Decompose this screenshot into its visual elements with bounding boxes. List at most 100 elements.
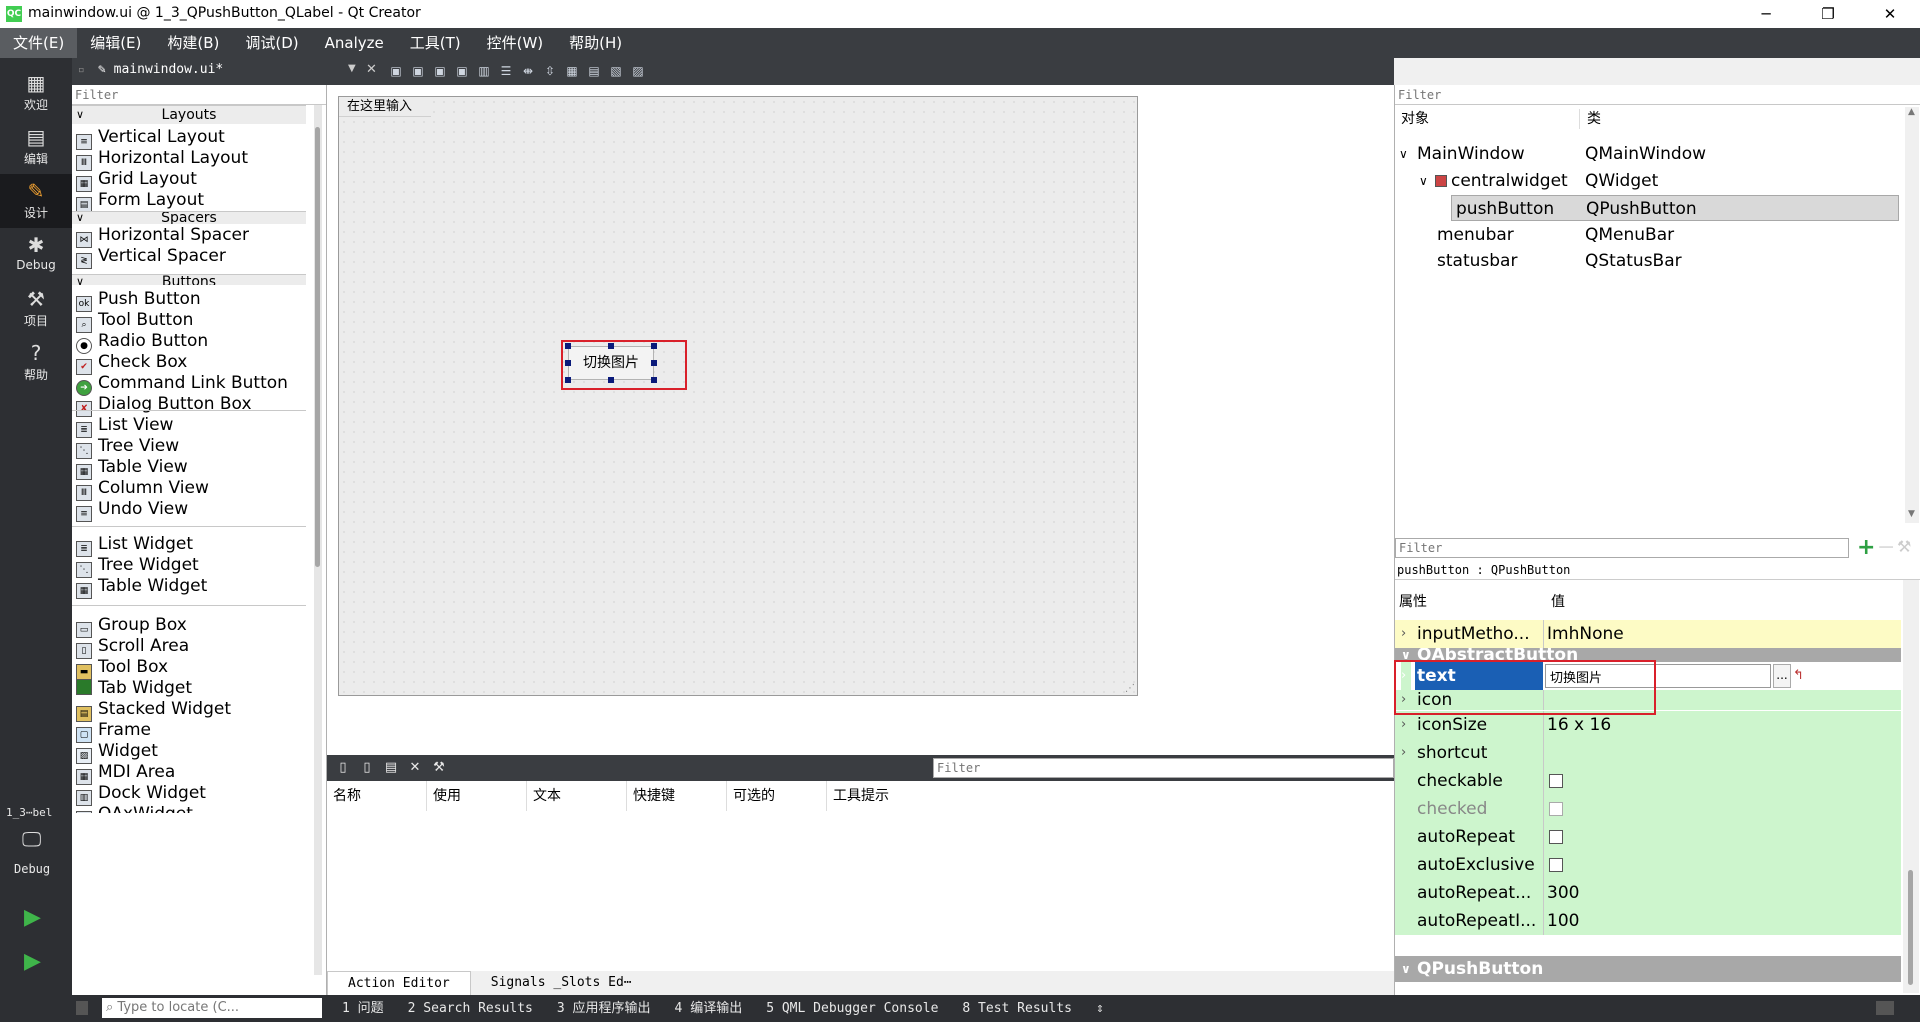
tree-row-centralwidget[interactable]: ∨ centralwidget QWidget bbox=[1395, 168, 1899, 194]
menu-build[interactable]: 构建(B) bbox=[154, 28, 232, 58]
checked-checkbox[interactable] bbox=[1549, 802, 1563, 816]
configure-icon[interactable]: ⚒ bbox=[431, 760, 447, 776]
mode-welcome[interactable]: ▦ 欢迎 bbox=[0, 66, 72, 120]
column-checkable[interactable]: 可选的 bbox=[727, 781, 827, 811]
section-qpushbutton[interactable]: ∨ QPushButton bbox=[1395, 956, 1901, 982]
adjust-size-icon[interactable]: ▨ bbox=[630, 63, 646, 79]
property-row-checked[interactable]: checked bbox=[1395, 795, 1901, 823]
menu-tools[interactable]: 工具(T) bbox=[397, 28, 474, 58]
scroll-down-icon[interactable]: ▼ bbox=[1908, 509, 1915, 519]
mode-help[interactable]: ? 帮助 bbox=[0, 336, 72, 390]
widget-filter-input[interactable] bbox=[72, 85, 326, 105]
column-text[interactable]: 文本 bbox=[527, 781, 627, 811]
object-filter-input[interactable] bbox=[1395, 85, 1920, 105]
column-used[interactable]: 使用 bbox=[427, 781, 527, 811]
scrollbar-thumb[interactable] bbox=[1908, 870, 1913, 985]
tab-action-editor[interactable]: Action Editor bbox=[327, 971, 471, 995]
scroll-up-icon[interactable]: ▲ bbox=[1908, 107, 1915, 117]
edit-tab-order-icon[interactable]: ▣ bbox=[454, 63, 470, 79]
close-document-icon[interactable]: ✕ bbox=[366, 62, 377, 77]
auto-repeat-checkbox[interactable] bbox=[1549, 830, 1563, 844]
category-layouts[interactable]: ∨ Layouts bbox=[72, 105, 306, 124]
menu-edit[interactable]: 编辑(E) bbox=[77, 28, 154, 58]
maximize-button[interactable]: ❐ bbox=[1800, 0, 1856, 28]
widget-form-layout[interactable]: ▤ Form Layout bbox=[72, 187, 306, 213]
action-filter-input[interactable] bbox=[933, 758, 1394, 778]
new-action-icon[interactable]: ▯ bbox=[335, 760, 351, 776]
menu-controls[interactable]: 控件(W) bbox=[474, 28, 557, 58]
widget-undo-view[interactable]: ≡ Undo View bbox=[72, 496, 306, 522]
column-name[interactable]: 名称 bbox=[327, 781, 427, 811]
copy-action-icon[interactable]: ▯ bbox=[359, 760, 375, 776]
column-class[interactable]: 类 bbox=[1587, 107, 1601, 131]
edit-signals-icon[interactable]: ▣ bbox=[410, 63, 426, 79]
tab-qml-debugger-console[interactable]: 5 QML Debugger Console bbox=[754, 995, 950, 1022]
splitter-vertical-icon[interactable]: ⇳ bbox=[542, 63, 558, 79]
property-row-input-method-hints[interactable]: › inputMetho... ImhNone bbox=[1395, 620, 1901, 648]
property-row-auto-repeat-delay[interactable]: autoRepeat... 300 bbox=[1395, 879, 1901, 907]
property-row-icon-size[interactable]: › iconSize 16 x 16 bbox=[1395, 711, 1901, 739]
browse-button[interactable]: ... bbox=[1773, 664, 1791, 688]
mode-edit[interactable]: ▤ 编辑 bbox=[0, 120, 72, 174]
tab-search-results[interactable]: 2 Search Results bbox=[396, 995, 545, 1022]
mode-design[interactable]: ✎ 设计 bbox=[0, 174, 72, 228]
chevron-down-icon[interactable]: ▼ bbox=[348, 63, 356, 74]
more-tabs-icon[interactable]: ⇕ bbox=[1084, 995, 1116, 1022]
checkable-checkbox[interactable] bbox=[1549, 774, 1563, 788]
monitor-icon[interactable]: 🖵 bbox=[22, 828, 50, 850]
property-filter-input[interactable] bbox=[1395, 538, 1849, 558]
edit-buddies-icon[interactable]: ▣ bbox=[432, 63, 448, 79]
tree-row-pushbutton[interactable]: pushButton QPushButton bbox=[1451, 195, 1899, 221]
mode-projects[interactable]: ⚒ 项目 bbox=[0, 282, 72, 336]
add-dynamic-property-icon[interactable]: + bbox=[1857, 535, 1875, 561]
column-object[interactable]: 对象 bbox=[1401, 107, 1429, 131]
category-buttons[interactable]: ∨ Buttons bbox=[72, 274, 306, 285]
auto-exclusive-checkbox[interactable] bbox=[1549, 858, 1563, 872]
column-shortcut[interactable]: 快捷键 bbox=[627, 781, 727, 811]
tab-compile-output[interactable]: 4 编译输出 bbox=[663, 995, 755, 1022]
menu-type-here[interactable]: 在这里输入 bbox=[339, 97, 431, 117]
toggle-sidebar-icon[interactable] bbox=[76, 1001, 88, 1015]
property-row-checkable[interactable]: checkable bbox=[1395, 767, 1901, 795]
scrollbar-thumb[interactable] bbox=[315, 127, 320, 567]
progress-details-icon[interactable] bbox=[1876, 1001, 1894, 1015]
tab-issues[interactable]: 1 问题 bbox=[330, 995, 396, 1022]
reset-icon[interactable]: ↰ bbox=[1793, 662, 1804, 690]
column-value[interactable]: 值 bbox=[1551, 591, 1565, 611]
tree-row-mainwindow[interactable]: ∨ MainWindow QMainWindow bbox=[1395, 141, 1899, 167]
tree-row-menubar[interactable]: menubar QMenuBar bbox=[1395, 222, 1899, 248]
menu-debug[interactable]: 调试(D) bbox=[232, 28, 311, 58]
splitter-horizontal-icon[interactable]: ⇼ bbox=[520, 63, 536, 79]
property-row-shortcut[interactable]: › shortcut bbox=[1395, 739, 1901, 767]
minimize-button[interactable]: ─ bbox=[1738, 0, 1794, 28]
menu-file[interactable]: 文件(E) bbox=[0, 28, 78, 58]
layout-vertical-icon[interactable]: ☰ bbox=[498, 63, 514, 79]
remove-dynamic-property-icon[interactable]: − bbox=[1877, 535, 1895, 561]
widget-vertical-spacer[interactable]: ≷ Vertical Spacer bbox=[72, 243, 306, 269]
menu-help[interactable]: 帮助(H) bbox=[556, 28, 635, 58]
locator-input[interactable]: ⌕ Type to locate (C... bbox=[102, 998, 322, 1018]
property-row-auto-repeat[interactable]: autoRepeat bbox=[1395, 823, 1901, 851]
tab-test-results[interactable]: 8 Test Results bbox=[950, 995, 1084, 1022]
form-canvas[interactable]: 在这里输入 切换图片 ⋰ bbox=[338, 96, 1138, 696]
tab-application-output[interactable]: 3 应用程序输出 bbox=[545, 995, 663, 1022]
delete-action-icon[interactable]: ✕ bbox=[407, 760, 423, 776]
configure-icon[interactable]: ⚒ bbox=[1897, 537, 1911, 556]
size-grip-icon[interactable]: ⋰ bbox=[1125, 683, 1135, 694]
object-inspector-scrollbar[interactable]: ▲ ▼ bbox=[1905, 107, 1919, 523]
widget-qaxwidget[interactable]: ◆ QAxWidget bbox=[72, 801, 306, 813]
property-row-auto-repeat-interval[interactable]: autoRepeatI... 100 bbox=[1395, 907, 1901, 935]
column-property[interactable]: 属性 bbox=[1399, 591, 1427, 611]
layout-form-icon[interactable]: ▤ bbox=[586, 63, 602, 79]
mode-debug[interactable]: ✱ Debug bbox=[0, 228, 72, 282]
run-icon[interactable]: ▶ bbox=[24, 906, 48, 930]
break-layout-icon[interactable]: ▧ bbox=[608, 63, 624, 79]
widget-box-scrollbar[interactable] bbox=[314, 105, 322, 975]
paste-action-icon[interactable]: ▤ bbox=[383, 760, 399, 776]
property-editor-scrollbar[interactable] bbox=[1903, 580, 1919, 993]
edit-widgets-icon[interactable]: ▣ bbox=[388, 63, 404, 79]
menu-analyze[interactable]: Analyze bbox=[312, 28, 397, 58]
layout-grid-icon[interactable]: ▦ bbox=[564, 63, 580, 79]
layout-horizontal-icon[interactable]: ▥ bbox=[476, 63, 492, 79]
close-button[interactable]: ✕ bbox=[1862, 0, 1918, 28]
